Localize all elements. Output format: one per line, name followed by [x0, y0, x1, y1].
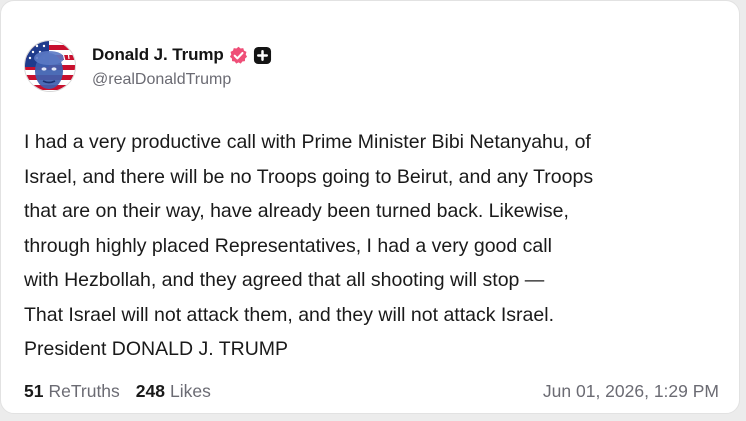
- post-footer: 51 ReTruths 248 Likes Jun 01, 2026, 1:29…: [24, 381, 719, 402]
- avatar[interactable]: [24, 40, 76, 92]
- author-handle[interactable]: @realDonaldTrump: [92, 71, 272, 89]
- post-body: I had a very productive call with Prime …: [24, 125, 724, 367]
- plus-badge-icon: [253, 46, 272, 65]
- verified-badge-icon: [229, 46, 248, 65]
- post-header: Donald J. Trump @realDonaldTrump: [24, 39, 272, 93]
- post-line: with Hezbollah, and they agreed that all…: [24, 269, 545, 291]
- post-card: Donald J. Trump @realDonaldTrump I had a…: [0, 0, 740, 414]
- retruths-count: 51: [24, 381, 44, 401]
- post-line: I had a very productive call with Prime …: [24, 131, 591, 153]
- avatar-image: [25, 41, 75, 91]
- likes-count: 248: [135, 381, 165, 401]
- post-line: That Israel will not attack them, and th…: [24, 303, 554, 326]
- retruths-stat[interactable]: 51 ReTruths: [24, 381, 120, 402]
- likes-label: Likes: [170, 381, 211, 401]
- post-line: through highly placed Representatives, I…: [24, 234, 552, 257]
- post-line: that are on their way, have already been…: [24, 200, 569, 222]
- post-line: President DONALD J. TRUMP: [24, 338, 289, 360]
- likes-stat[interactable]: 248 Likes: [136, 381, 211, 402]
- author-display-name[interactable]: Donald J. Trump: [92, 45, 224, 65]
- name-row: Donald J. Trump: [92, 43, 272, 67]
- retruths-label: ReTruths: [48, 381, 120, 401]
- post-timestamp[interactable]: Jun 01, 2026, 1:29 PM: [543, 381, 719, 402]
- author-identity: Donald J. Trump @realDonaldTrump: [92, 43, 272, 89]
- post-line: Israel, and there will be no Troops goin…: [24, 165, 594, 188]
